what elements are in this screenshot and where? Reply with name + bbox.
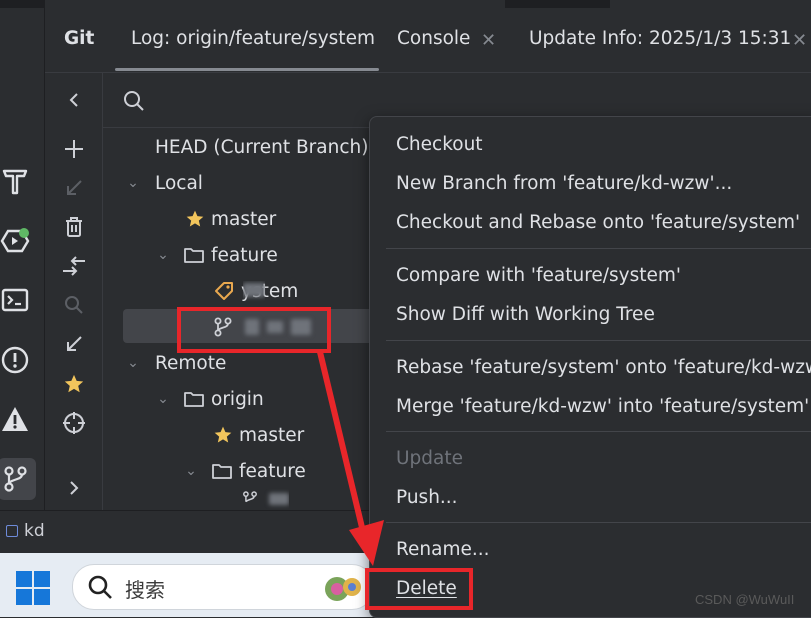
menu-item-new-branch[interactable]: New Branch from 'feature/kd-wzw'... (396, 173, 732, 194)
services-icon[interactable] (0, 223, 30, 259)
add-branch-icon[interactable] (59, 134, 89, 164)
active-tab-indicator (115, 68, 379, 71)
tag-icon (215, 282, 233, 300)
menu-item-checkout-rebase[interactable]: Checkout and Rebase onto 'feature/system… (396, 212, 800, 233)
close-console-tab-icon[interactable]: ✕ (481, 30, 496, 51)
chevron-down-icon[interactable]: ⌄ (181, 463, 201, 479)
menu-item-push[interactable]: Push... (396, 487, 458, 508)
origin-folder[interactable]: ⌄ origin (153, 381, 264, 417)
origin-label: origin (211, 388, 264, 410)
fetch-icon[interactable] (59, 329, 89, 359)
chevron-down-icon[interactable]: ⌄ (123, 355, 143, 371)
menu-separator (386, 248, 811, 249)
folder-icon (212, 464, 232, 479)
top-strip (0, 0, 811, 8)
delete-branch-icon[interactable] (59, 212, 89, 242)
remote-label: Remote (155, 352, 227, 374)
taskbar-search-box[interactable]: 搜索 (72, 564, 374, 610)
collapse-panel-icon[interactable] (59, 85, 89, 115)
tool-window-tab-bar: Git Log: origin/feature/system Console ✕… (45, 8, 811, 73)
local-feature-folder[interactable]: ⌄ feature (153, 237, 278, 273)
local-group-node[interactable]: ⌄ Local (123, 165, 203, 201)
origin-feature-folder[interactable]: ⌄ feature (181, 453, 306, 489)
taskbar-search-placeholder: 搜索 (125, 578, 165, 602)
origin-master-label: master (239, 424, 305, 446)
local-label: Local (155, 172, 203, 194)
problems-icon[interactable] (0, 342, 30, 378)
project-name[interactable]: kd (24, 521, 45, 541)
head-label: HEAD (Current Branch) (155, 136, 369, 158)
compare-branches-icon[interactable] (59, 251, 89, 281)
top-strip-segment (610, 0, 811, 8)
branch-icon (243, 491, 257, 503)
update-selected-icon (59, 173, 89, 203)
menu-item-checkout[interactable]: Checkout (396, 134, 483, 155)
warning-icon[interactable] (0, 401, 30, 437)
tab-console[interactable]: Console (397, 28, 470, 49)
origin-feature-child-node[interactable] (241, 489, 289, 509)
search-highlight-image (321, 569, 365, 605)
terminal-icon[interactable] (0, 282, 30, 318)
search-icon (88, 575, 112, 599)
menu-item-rename[interactable]: Rename... (396, 539, 490, 560)
menu-separator (386, 340, 811, 341)
project-icon (6, 525, 18, 537)
menu-item-rebase[interactable]: Rebase 'feature/system' onto 'feature/kd… (396, 357, 811, 378)
origin-master-node[interactable]: master (213, 417, 304, 453)
favorite-star-icon (186, 210, 204, 227)
git-tool-button[interactable] (0, 458, 36, 500)
search-icon[interactable] (123, 90, 145, 116)
origin-feature-label: feature (239, 460, 306, 482)
search-branches-icon (59, 290, 89, 320)
expand-panel-icon[interactable] (59, 473, 89, 503)
chevron-down-icon[interactable]: ⌄ (153, 247, 173, 263)
local-master-node[interactable]: master (185, 201, 276, 237)
chevron-down-icon[interactable]: ⌄ (123, 175, 143, 191)
top-strip-segment (45, 0, 505, 8)
tab-log[interactable]: Log: origin/feature/system (131, 28, 375, 49)
menu-item-compare[interactable]: Compare with 'feature/system' (396, 265, 681, 286)
branches-toolbar (45, 73, 103, 510)
menu-item-update: Update (396, 448, 463, 469)
annotation-box-delete (365, 568, 473, 610)
annotation-box-branch (177, 307, 331, 353)
branch-icon (4, 466, 27, 492)
local-feature-label: feature (211, 244, 278, 266)
watermark: CSDN @WuWuII (695, 592, 795, 607)
favorite-star-icon[interactable] (59, 369, 89, 399)
folder-icon (184, 392, 204, 407)
blurred-text (269, 493, 289, 505)
favorite-star-icon (214, 426, 232, 443)
windows-start-icon[interactable] (16, 571, 50, 609)
hammer-icon[interactable] (0, 163, 30, 199)
menu-separator (386, 522, 811, 523)
left-tool-window-bar (0, 8, 45, 518)
menu-item-show-diff[interactable]: Show Diff with Working Tree (396, 304, 655, 325)
git-title: Git (64, 28, 95, 49)
close-update-info-tab-icon[interactable]: ✕ (792, 30, 807, 51)
menu-separator (386, 431, 811, 432)
head-branch-node[interactable]: HEAD (Current Branch) (155, 129, 368, 165)
folder-icon (184, 248, 204, 263)
navigate-icon[interactable] (59, 408, 89, 438)
tab-update-info[interactable]: Update Info: 2025/1/3 15:31 (529, 28, 791, 49)
local-feature-system-node[interactable]: ystem (213, 273, 298, 309)
local-master-label: master (211, 208, 277, 230)
branch-context-menu: Checkout New Branch from 'feature/kd-wzw… (369, 116, 811, 618)
chevron-down-icon[interactable]: ⌄ (153, 391, 173, 407)
menu-item-merge[interactable]: Merge 'feature/kd-wzw' into 'feature/sys… (396, 396, 809, 417)
